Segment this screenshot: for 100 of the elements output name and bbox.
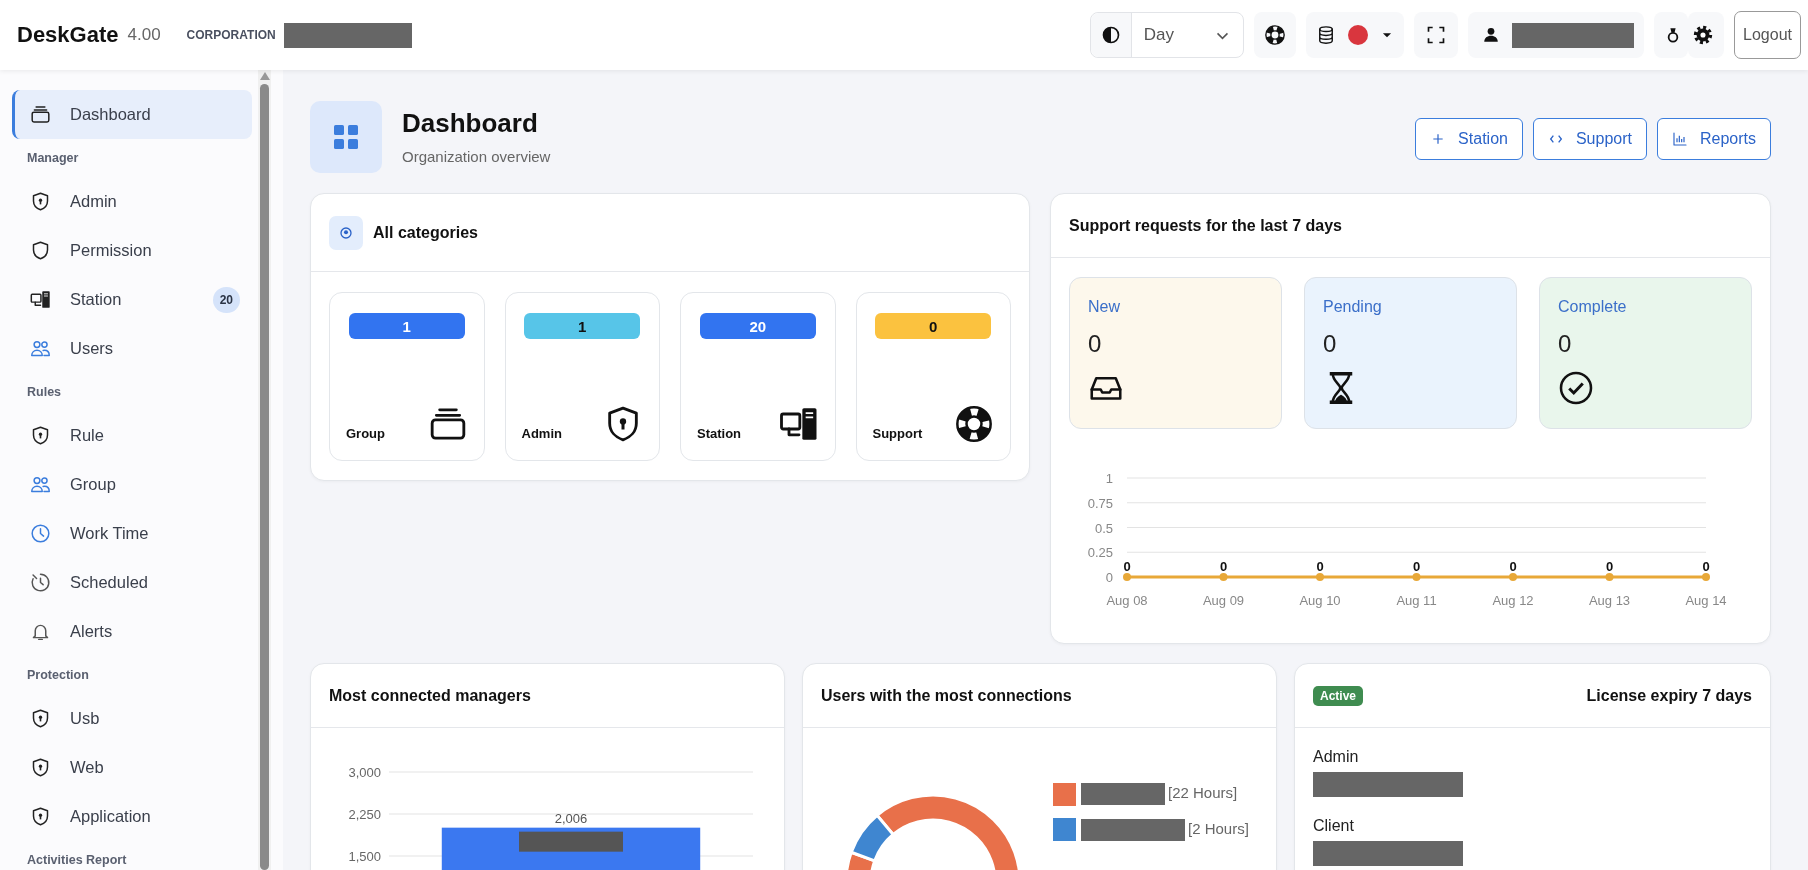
category-label: Station — [697, 426, 742, 443]
axis-label: 1,500 — [348, 849, 381, 864]
scrollbar[interactable] — [258, 70, 271, 870]
count-pill: 1 — [348, 313, 465, 339]
legend-label: [2 Hours] — [1188, 819, 1249, 837]
status-count: 0 — [1323, 330, 1338, 358]
ring-button[interactable] — [1654, 12, 1689, 58]
shield-lock-icon — [30, 806, 51, 827]
axis-label: 0.5 — [1094, 520, 1113, 536]
settings-icon — [1692, 24, 1715, 46]
layers-icon — [30, 104, 51, 125]
card-title: All categories — [373, 223, 478, 242]
version-label: 4.00 — [127, 25, 161, 45]
axis-label: Aug 10 — [1299, 593, 1341, 608]
data-point — [1509, 573, 1517, 581]
axis-label: Aug 13 — [1588, 593, 1631, 608]
section-heading: Activities Report — [26, 852, 128, 869]
action-button[interactable]: Station — [1415, 118, 1523, 160]
category-tile[interactable]: 1 Admin — [504, 292, 660, 461]
sidebar-item[interactable]: Dashboard — [12, 90, 252, 139]
app-name: DeskGate — [17, 22, 119, 48]
axis-label: 1 — [1105, 471, 1113, 486]
axis-label: Aug 14 — [1685, 593, 1727, 608]
computer-icon — [30, 289, 51, 310]
count-pill: 20 — [699, 313, 816, 339]
axis-label: Aug 11 — [1396, 593, 1437, 608]
data-label: 0 — [1605, 559, 1614, 574]
license-label: Client — [1313, 817, 1355, 835]
logout-button[interactable]: Logout — [1734, 11, 1801, 59]
axis-label: Aug 09 — [1202, 593, 1245, 608]
bar-chart-icon — [1671, 131, 1688, 147]
data-point — [1219, 573, 1228, 581]
status-label: Complete — [1558, 298, 1628, 316]
data-label: 0 — [1509, 559, 1517, 574]
shield-lock-icon — [30, 757, 51, 778]
data-point — [1605, 573, 1614, 581]
sidebar-item[interactable]: Web — [12, 743, 252, 792]
sidebar-item[interactable]: Usb — [12, 694, 252, 743]
license-label: Admin — [1313, 748, 1360, 766]
section-heading: Manager — [26, 150, 80, 167]
theme-select[interactable]: Day — [1131, 13, 1244, 57]
sidebar-item[interactable]: Alerts — [12, 607, 252, 656]
sidebar-item[interactable]: Work Time — [12, 509, 252, 558]
category-label: Admin — [521, 426, 562, 443]
axis-label: 2,250 — [348, 807, 381, 822]
axis-label: Aug 12 — [1492, 593, 1534, 608]
shield-lock-icon — [30, 708, 51, 729]
users-icon — [30, 474, 51, 495]
data-point — [1316, 573, 1324, 581]
status-label: New — [1088, 298, 1121, 316]
clock-icon — [30, 523, 51, 544]
data-point — [1702, 573, 1710, 581]
category-tile[interactable]: 20 Station — [680, 292, 836, 461]
axis-label: 0.75 — [1087, 495, 1113, 511]
legend-label: [22 Hours] — [1168, 784, 1238, 801]
card-title: License expiry 7 days — [1586, 686, 1752, 705]
data-label: 0 — [1123, 559, 1131, 574]
data-label: 0 — [1316, 559, 1324, 574]
data-label: 0 — [1702, 559, 1710, 574]
count-pill: 1 — [524, 313, 641, 339]
sidebar-item[interactable]: Scheduled — [12, 558, 252, 607]
users-icon — [30, 338, 51, 359]
card-title: Most connected managers — [329, 686, 531, 705]
target-icon — [338, 224, 354, 241]
database-status-button[interactable] — [1306, 12, 1405, 58]
support-button[interactable] — [1254, 12, 1297, 58]
data-point — [1123, 573, 1131, 581]
data-label: 0 — [1412, 559, 1421, 574]
category-label: Group — [346, 426, 385, 443]
category-label: Support — [872, 426, 923, 443]
shield-lock-icon — [30, 191, 51, 212]
action-button[interactable]: Reports — [1656, 118, 1771, 160]
sidebar-item[interactable]: Users — [12, 324, 252, 373]
section-heading: Rules — [26, 384, 63, 401]
user-menu-button[interactable] — [1468, 12, 1645, 58]
category-tile[interactable]: 1 Group — [329, 292, 485, 461]
contrast-icon — [1100, 25, 1121, 45]
count-badge: 20 — [212, 286, 240, 313]
action-button[interactable]: Support — [1532, 118, 1647, 160]
sidebar-item[interactable]: Application — [12, 792, 252, 841]
axis-label: Aug 08 — [1106, 593, 1148, 608]
section-heading: Protection — [26, 667, 90, 684]
settings-button[interactable] — [1688, 12, 1725, 58]
card-title: Users with the most connections — [821, 686, 1072, 705]
status-badge: Active — [1313, 685, 1364, 706]
card-title: Support requests for the last 7 days — [1069, 216, 1342, 235]
sidebar-item[interactable]: Group — [12, 460, 252, 509]
axis-label: 3,000 — [348, 765, 381, 780]
sidebar-item[interactable]: Permission — [12, 226, 252, 275]
person-icon — [1482, 26, 1501, 44]
category-tile[interactable]: 0 Support — [855, 292, 1011, 461]
count-pill: 0 — [875, 313, 992, 339]
sidebar-item[interactable]: Rule — [12, 411, 252, 460]
sidebar-item[interactable]: Station — [12, 275, 213, 324]
lifebuoy-icon — [1264, 24, 1287, 46]
axis-label: 0 — [1105, 570, 1113, 585]
sidebar-item[interactable]: Admin — [12, 177, 252, 226]
organization-label: CORPORATION — [186, 28, 276, 42]
axis-label: 0.25 — [1087, 545, 1113, 561]
lifebuoy-icon — [954, 404, 994, 444]
